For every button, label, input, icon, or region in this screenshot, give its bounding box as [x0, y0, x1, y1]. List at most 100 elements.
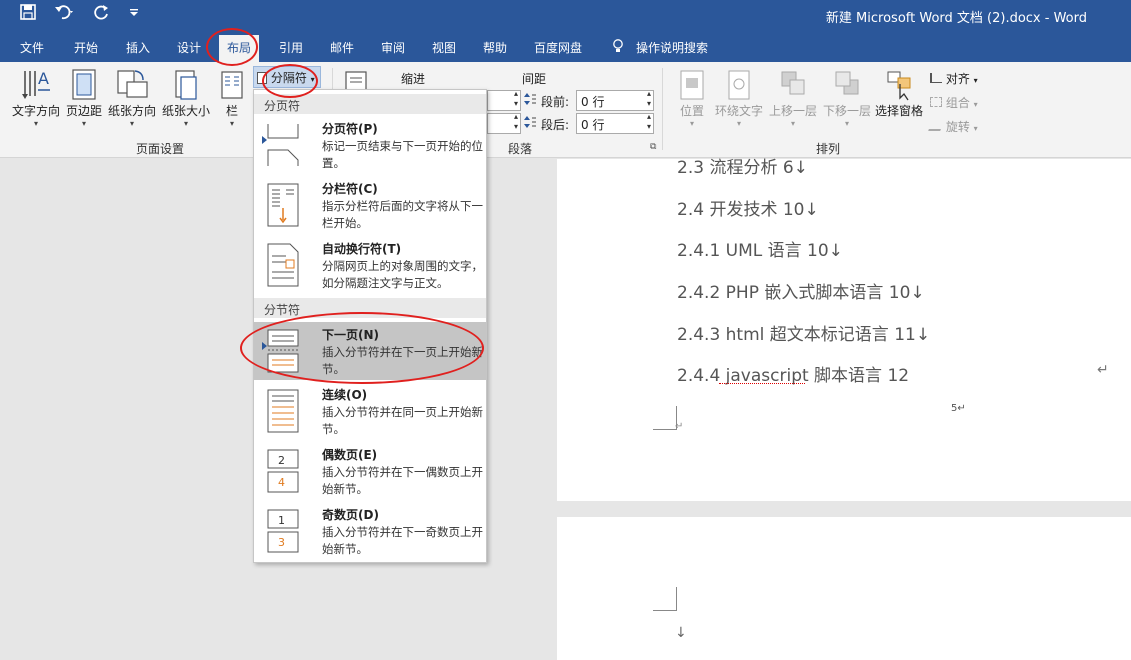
chevron-down-icon: ▾	[736, 119, 741, 128]
tab-mailings[interactable]: 邮件	[330, 39, 354, 56]
page-break-icon	[267, 124, 299, 166]
even-page-break-icon: 24	[267, 449, 299, 493]
menu-item-title: 分栏符(C)	[322, 182, 378, 196]
wrap-text-label: 环绕文字	[714, 104, 763, 118]
tab-review[interactable]: 审阅	[381, 39, 405, 56]
document-page[interactable]: ↓	[557, 517, 1131, 660]
chevron-down-icon: ▾	[33, 119, 38, 128]
send-backward-button[interactable]: 下移一层 ▾	[821, 68, 873, 128]
menu-item-title: 分页符(P)	[322, 122, 378, 136]
group-button[interactable]: 组合 ▾	[930, 94, 978, 111]
group-icon	[930, 97, 942, 107]
page-number: 5↵	[951, 403, 966, 414]
chevron-down-icon: ▾	[790, 119, 795, 128]
send-backward-icon	[835, 71, 859, 95]
menu-item-continuous[interactable]: 连续(O) 插入分节符并在同一页上开始新节。	[254, 382, 486, 440]
menu-item-description: 指示分栏符后面的文字将从下一栏开始。	[322, 199, 483, 230]
chevron-down-icon: ▾	[183, 119, 188, 128]
text-direction-label: 文字方向	[11, 104, 60, 118]
margins-button[interactable]: 页边距 ▾	[64, 68, 104, 128]
spacing-label: 间距	[522, 72, 547, 86]
indent-left-input[interactable]	[487, 89, 521, 111]
menu-item-odd-page[interactable]: 1 3 奇数页(D) 插入分节符并在下一奇数页上开始新节。	[254, 502, 486, 560]
window-title: 新建 Microsoft Word 文档 (2).docx - Word	[825, 11, 1087, 26]
chevron-down-icon: ▾	[229, 119, 234, 128]
ribbon: A 文字方向 ▾ 页边距 ▾ 纸张方向 ▾ 纸张大小 ▾ 栏 ▾ 分隔符 ▾ 页…	[0, 62, 1131, 158]
save-icon[interactable]	[20, 4, 36, 26]
toc-line[interactable]: 2.4.3 html 超文本标记语言 11↓	[677, 320, 930, 345]
redo-icon[interactable]	[94, 4, 110, 26]
rotate-label: 旋转	[945, 120, 970, 134]
tab-references[interactable]: 引用	[279, 39, 303, 56]
position-label: 位置	[679, 104, 704, 118]
position-icon	[680, 70, 704, 100]
selection-pane-label: 选择窗格	[874, 104, 923, 118]
tab-view[interactable]: 视图	[432, 39, 456, 56]
text-wrapping-break-icon	[267, 243, 299, 287]
tab-help[interactable]: 帮助	[483, 39, 507, 56]
spacing-before-icon	[524, 92, 536, 109]
wrap-text-button[interactable]: 环绕文字 ▾	[713, 68, 765, 128]
menu-item-description: 插入分节符并在下一偶数页上开始新节。	[322, 465, 483, 496]
menu-item-description: 分隔网页上的对象周围的文字，如分隔题注文字与正文。	[322, 259, 483, 290]
selection-pane-icon	[887, 71, 911, 101]
bring-forward-label: 上移一层	[768, 104, 817, 118]
paper-size-icon	[175, 70, 197, 100]
selection-pane-button[interactable]: 选择窗格	[873, 68, 925, 119]
toc-line[interactable]: 2.4 开发技术 10↓	[677, 195, 819, 220]
customize-icon[interactable]	[128, 4, 140, 26]
quick-access-toolbar	[20, 4, 140, 26]
document-page[interactable]: 2.3 流程分析 6↓ 2.4 开发技术 10↓ 2.4.1 UML 语言 10…	[557, 158, 1131, 501]
toc-line[interactable]: 2.4.1 UML 语言 10↓	[677, 236, 843, 261]
bring-forward-icon	[781, 71, 805, 95]
menu-item-text-wrapping-break[interactable]: 自动换行符(T) 分隔网页上的对象周围的文字，如分隔题注文字与正文。	[254, 236, 486, 294]
spacing-after-icon	[524, 115, 536, 132]
text-direction-button[interactable]: A 文字方向 ▾	[10, 68, 62, 128]
orientation-icon	[117, 70, 148, 98]
return-mark: ↵	[675, 421, 684, 432]
spacing-after-input[interactable]: 0 行	[576, 112, 654, 134]
menu-item-title: 偶数页(E)	[322, 448, 378, 462]
indent-label: 缩进	[401, 72, 426, 86]
bring-forward-button[interactable]: 上移一层 ▾	[767, 68, 819, 128]
margins-icon	[72, 69, 96, 100]
menu-item-column-break[interactable]: 分栏符(C) 指示分栏符后面的文字将从下一栏开始。	[254, 176, 486, 234]
spacing-after-label: 段后:	[541, 118, 570, 132]
toc-line[interactable]: 2.3 流程分析 6↓	[677, 153, 808, 178]
menu-item-description: 插入分节符并在同一页上开始新节。	[322, 405, 483, 436]
tab-baidu-netdisk[interactable]: 百度网盘	[534, 39, 582, 56]
undo-icon[interactable]	[54, 4, 76, 26]
svg-text:3: 3	[278, 536, 285, 549]
spacing-before-input[interactable]: 0 行	[576, 89, 654, 111]
align-label: 对齐	[945, 72, 970, 86]
tell-me-search[interactable]: 操作说明搜索	[636, 39, 708, 56]
rotate-button[interactable]: 旋转 ▾	[928, 118, 978, 135]
position-button[interactable]: 位置 ▾	[673, 68, 711, 128]
indent-right-input[interactable]	[487, 112, 521, 134]
align-button[interactable]: 对齐 ▾	[930, 70, 978, 87]
tab-design[interactable]: 设计	[177, 39, 201, 56]
arrange-group-label: 排列	[816, 142, 841, 156]
tab-home[interactable]: 开始	[74, 39, 98, 56]
continuous-break-icon	[267, 389, 299, 433]
svg-text:1: 1	[278, 514, 285, 527]
menu-item-page-break[interactable]: 分页符(P) 标记一页结束与下一页开始的位置。	[254, 116, 486, 174]
columns-icon	[221, 71, 243, 99]
spacing-before-label: 段前:	[541, 95, 570, 109]
tab-file[interactable]: 文件	[20, 39, 44, 56]
dialog-launcher-icon[interactable]: ⧉	[650, 142, 656, 152]
menu-item-title: 奇数页(D)	[322, 508, 379, 522]
spelling-underline	[719, 381, 805, 384]
column-break-icon	[267, 183, 299, 227]
svg-text:4: 4	[278, 476, 285, 489]
toc-line[interactable]: 2.4.2 PHP 嵌入式脚本语言 10↓	[677, 278, 925, 303]
tab-insert[interactable]: 插入	[126, 39, 150, 56]
columns-button[interactable]: 栏 ▾	[218, 68, 246, 128]
orientation-button[interactable]: 纸张方向 ▾	[106, 68, 158, 128]
margin-crop-mark	[653, 587, 677, 611]
menu-item-description: 插入分节符并在下一奇数页上开始新节。	[322, 525, 483, 556]
menu-item-even-page[interactable]: 24 偶数页(E) 插入分节符并在下一偶数页上开始新节。	[254, 442, 486, 500]
text-direction-icon: A	[22, 69, 50, 99]
size-button[interactable]: 纸张大小 ▾	[160, 68, 212, 128]
margin-crop-mark	[653, 406, 677, 430]
